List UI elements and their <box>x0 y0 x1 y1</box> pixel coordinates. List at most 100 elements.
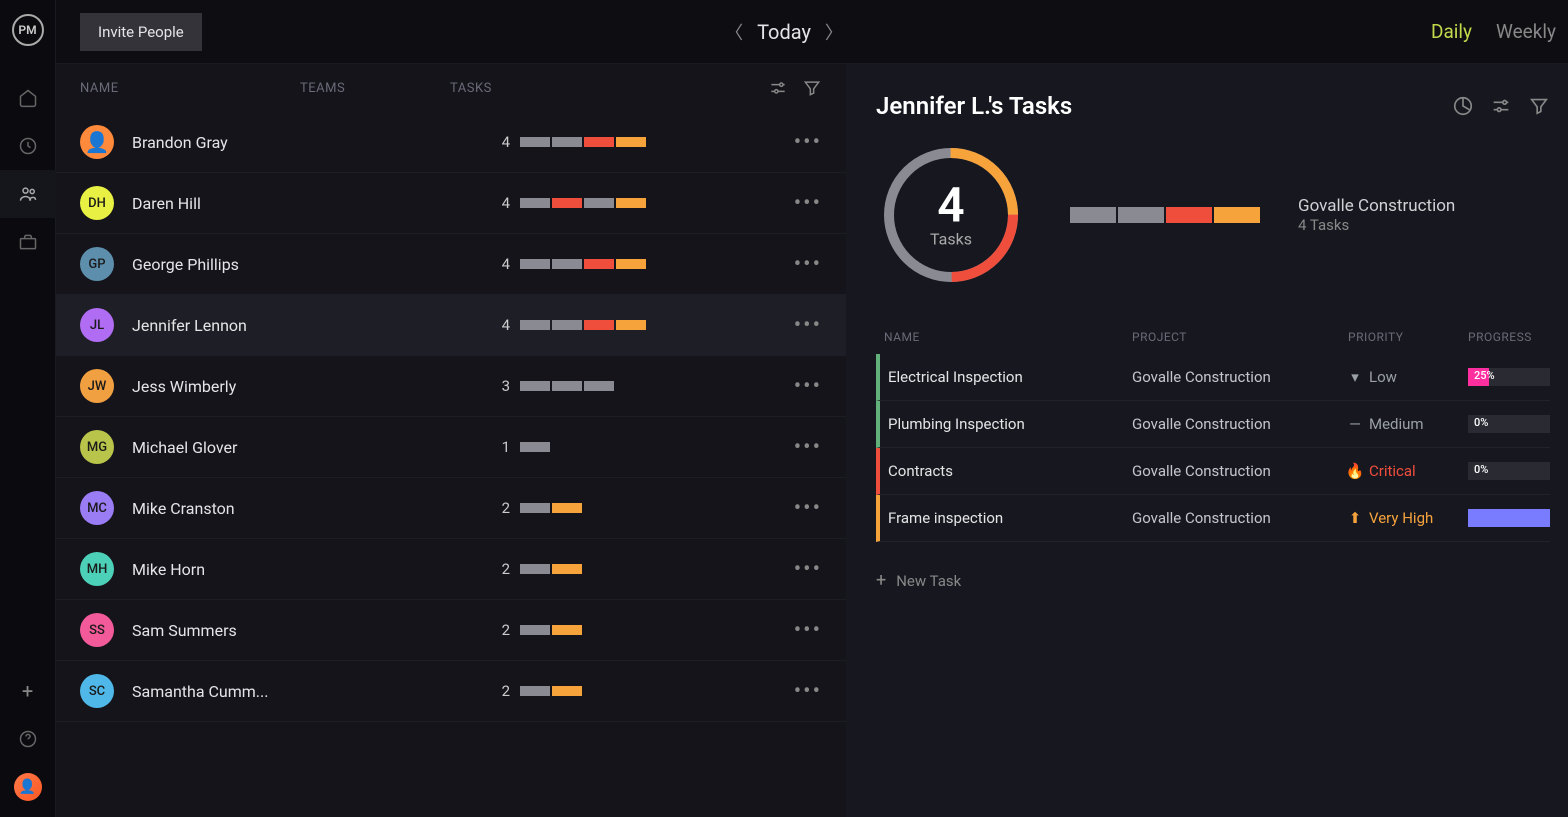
task-row[interactable]: Electrical InspectionGovalle Constructio… <box>876 354 1550 401</box>
plus-icon: + <box>876 570 886 591</box>
people-header-tasks: TASKS <box>450 81 768 96</box>
new-task-button[interactable]: + New Task <box>876 570 1550 591</box>
view-tabs: Daily Weekly <box>1431 20 1556 43</box>
row-more-icon[interactable]: ••• <box>794 191 822 216</box>
avatar: 👤 <box>80 125 114 159</box>
task-priority: —Medium <box>1348 415 1468 433</box>
people-row[interactable]: MC Mike Cranston 2 ••• <box>56 478 846 539</box>
task-project: Govalle Construction <box>1132 509 1348 527</box>
task-priority: 🔥Critical <box>1348 462 1468 480</box>
filter-icon[interactable] <box>1528 95 1550 117</box>
nav-home[interactable] <box>0 74 56 122</box>
avatar: MH <box>80 552 114 586</box>
person-name: Michael Glover <box>132 438 334 457</box>
task-project: Govalle Construction <box>1132 415 1348 433</box>
row-more-icon[interactable]: ••• <box>794 618 822 643</box>
people-row[interactable]: JW Jess Wimberly 3 ••• <box>56 356 846 417</box>
row-more-icon[interactable]: ••• <box>794 374 822 399</box>
priority-icon: ⬆ <box>1348 511 1362 525</box>
avatar: SC <box>80 674 114 708</box>
person-task-bars <box>520 198 646 208</box>
person-task-bars <box>520 503 582 513</box>
task-name: Contracts <box>880 462 1132 480</box>
row-more-icon[interactable]: ••• <box>794 557 822 582</box>
task-donut-chart: 4 Tasks <box>876 140 1026 290</box>
row-more-icon[interactable]: ••• <box>794 496 822 521</box>
row-more-icon[interactable]: ••• <box>794 130 822 155</box>
person-name: Brandon Gray <box>132 133 334 152</box>
task-progress <box>1468 509 1550 527</box>
people-row[interactable]: GPGeorge Phillips4••• <box>56 234 846 295</box>
row-more-icon[interactable]: ••• <box>794 252 822 277</box>
person-name: Mike Cranston <box>132 499 334 518</box>
date-navigator: 〈 Today 〉 <box>725 19 843 45</box>
settings-sliders-icon[interactable] <box>768 78 788 98</box>
people-row[interactable]: SCSamantha Cumm...2••• <box>56 661 846 722</box>
person-name: Jess Wimberly <box>132 377 334 396</box>
view-tab-daily[interactable]: Daily <box>1431 20 1472 43</box>
detail-summary: 4 Tasks Govalle Construction 4 Tasks <box>876 140 1550 290</box>
people-row[interactable]: MGMichael Glover1••• <box>56 417 846 478</box>
donut-count: 4 <box>930 182 972 230</box>
invite-people-button[interactable]: Invite People <box>80 13 202 51</box>
task-priority: ▾Low <box>1348 368 1468 386</box>
date-next-icon[interactable]: 〉 <box>825 19 843 45</box>
people-row[interactable]: JLJennifer Lennon4••• <box>56 295 846 356</box>
person-task-count: 3 <box>484 377 510 395</box>
people-row[interactable]: 👤Brandon Gray4••• <box>56 112 846 173</box>
settings-sliders-icon[interactable] <box>1490 95 1512 117</box>
task-project: Govalle Construction <box>1132 462 1348 480</box>
filter-icon[interactable] <box>802 78 822 98</box>
nav-help-button[interactable] <box>0 715 56 763</box>
top-bar: Invite People 〈 Today 〉 Daily Weekly <box>56 0 1568 64</box>
people-row[interactable]: SS Sam Summers 2 ••• <box>56 600 846 661</box>
pie-chart-icon[interactable] <box>1452 95 1474 117</box>
date-label: Today <box>757 20 811 44</box>
row-more-icon[interactable]: ••• <box>794 313 822 338</box>
person-task-bars <box>520 686 582 696</box>
task-row[interactable]: Plumbing InspectionGovalle Construction—… <box>876 401 1550 448</box>
priority-icon: ▾ <box>1348 370 1362 384</box>
avatar: SS <box>80 613 114 647</box>
avatar: JL <box>80 308 114 342</box>
view-tab-weekly[interactable]: Weekly <box>1496 20 1556 43</box>
nav-add-button[interactable]: + <box>0 667 56 715</box>
date-prev-icon[interactable]: 〈 <box>725 19 743 45</box>
app-logo: PM <box>12 14 44 46</box>
content-area: NAME TEAMS TASKS 👤Brandon Gray4•••DHDare… <box>56 64 1568 817</box>
task-progress: 25% <box>1468 368 1550 386</box>
person-task-bars <box>520 259 646 269</box>
nav-briefcase[interactable] <box>0 218 56 266</box>
people-row[interactable]: DHDaren Hill4••• <box>56 173 846 234</box>
priority-icon: 🔥 <box>1348 464 1362 478</box>
person-task-count: 2 <box>484 682 510 700</box>
person-task-bars <box>520 442 550 452</box>
person-task-count: 1 <box>484 438 510 456</box>
row-more-icon[interactable]: ••• <box>794 679 822 704</box>
summary-project-name: Govalle Construction <box>1298 196 1455 216</box>
avatar: DH <box>80 186 114 220</box>
detail-title: Jennifer L.'s Tasks <box>876 92 1072 120</box>
task-row[interactable]: Frame inspectionGovalle Construction⬆Ver… <box>876 495 1550 542</box>
nav-people[interactable] <box>0 170 56 218</box>
task-header-name: NAME <box>876 330 1132 344</box>
person-task-count: 2 <box>484 621 510 639</box>
nav-time[interactable] <box>0 122 56 170</box>
avatar: MC <box>80 491 114 525</box>
person-name: Sam Summers <box>132 621 334 640</box>
avatar: JW <box>80 369 114 403</box>
task-row[interactable]: ContractsGovalle Construction🔥Critical0% <box>876 448 1550 495</box>
summary-project-count: 4 Tasks <box>1298 216 1455 234</box>
task-header-progress: PROGRESS <box>1468 330 1550 344</box>
person-task-count: 4 <box>484 255 510 273</box>
people-row[interactable]: MHMike Horn2••• <box>56 539 846 600</box>
task-project: Govalle Construction <box>1132 368 1348 386</box>
row-more-icon[interactable]: ••• <box>794 435 822 460</box>
person-name: Jennifer Lennon <box>132 316 334 335</box>
person-task-count: 2 <box>484 499 510 517</box>
person-task-bars <box>520 137 646 147</box>
detail-header: Jennifer L.'s Tasks <box>876 92 1550 120</box>
person-task-bars <box>520 625 582 635</box>
current-user-avatar[interactable]: 👤 <box>14 773 42 801</box>
task-progress: 0% <box>1468 415 1550 433</box>
